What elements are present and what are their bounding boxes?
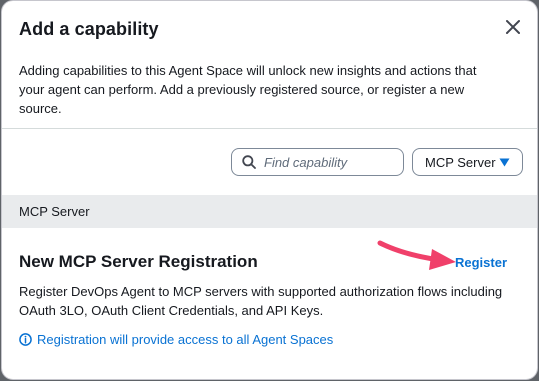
arrow-annotation bbox=[377, 240, 456, 270]
group-header: MCP Server bbox=[2, 195, 537, 228]
select-value: MCP Server bbox=[425, 154, 496, 170]
search-input[interactable] bbox=[264, 154, 394, 170]
group-label: MCP Server bbox=[19, 204, 90, 219]
modal-header: Add a capability Adding capabilities to … bbox=[2, 1, 537, 131]
close-button[interactable] bbox=[501, 15, 525, 39]
header-divider bbox=[2, 128, 537, 129]
item-description: Register DevOps Agent to MCP servers wit… bbox=[19, 284, 503, 318]
register-link[interactable]: Register bbox=[455, 255, 507, 270]
search-field[interactable] bbox=[231, 148, 404, 176]
modal-title: Add a capability bbox=[19, 19, 159, 39]
capability-type-select[interactable]: MCP Server bbox=[412, 148, 523, 176]
close-icon bbox=[506, 20, 520, 34]
caret-down-icon bbox=[499, 158, 510, 167]
info-text: Registration will provide access to all … bbox=[37, 332, 334, 347]
info-link[interactable]: Registration will provide access to all … bbox=[19, 332, 333, 347]
search-icon bbox=[242, 155, 256, 169]
item-title: New MCP Server Registration bbox=[19, 252, 258, 271]
modal-description: Adding capabilities to this Agent Space … bbox=[19, 63, 477, 116]
info-icon bbox=[19, 333, 32, 346]
add-capability-modal: Add a capability Adding capabilities to … bbox=[1, 0, 538, 380]
